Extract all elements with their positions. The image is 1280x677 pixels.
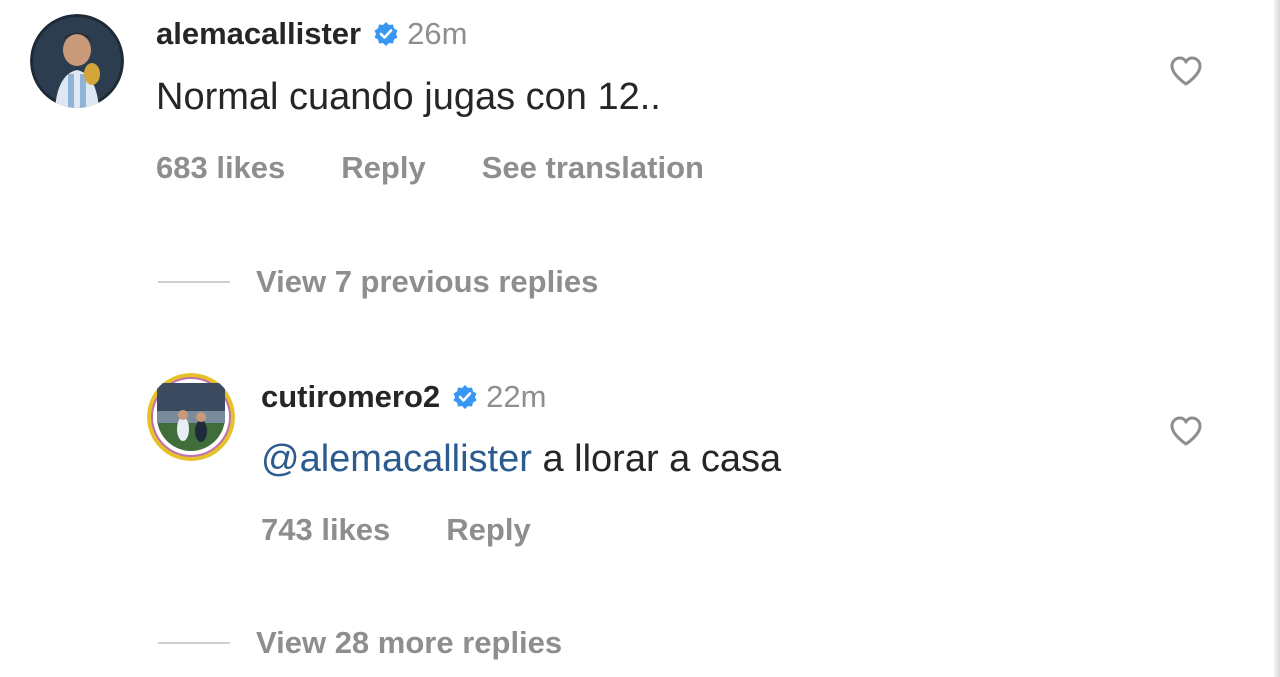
avatar[interactable] xyxy=(30,14,124,108)
verified-badge-icon xyxy=(453,385,477,409)
view-previous-replies-label: View 7 previous replies xyxy=(256,264,599,299)
username[interactable]: alemacallister xyxy=(156,16,361,52)
view-more-replies[interactable]: View 28 more replies xyxy=(158,625,562,661)
heart-outline-icon[interactable] xyxy=(1169,55,1203,87)
like-count[interactable]: 683 likes xyxy=(156,150,285,186)
timestamp: 22m xyxy=(486,379,547,414)
divider xyxy=(158,642,230,644)
divider xyxy=(158,281,230,283)
view-more-replies-label: View 28 more replies xyxy=(256,625,563,660)
screen-edge xyxy=(1274,0,1280,677)
comment-header: cutiromero2 22m xyxy=(261,379,546,415)
comment-actions: 683 likes Reply See translation xyxy=(156,150,760,186)
heart-outline-icon[interactable] xyxy=(1169,415,1203,447)
comments-page: alemacallister 26m Normal cuando jugas c… xyxy=(0,0,1280,677)
like-count[interactable]: 743 likes xyxy=(261,512,390,548)
see-translation-button[interactable]: See translation xyxy=(482,150,704,186)
comment-body: a llorar a casa xyxy=(542,438,782,480)
comment-text: Normal cuando jugas con 12.. xyxy=(156,76,661,118)
view-previous-replies[interactable]: View 7 previous replies xyxy=(158,264,598,300)
comment-text: @alemacallister a llorar a casa xyxy=(261,438,781,481)
mention-link[interactable]: @alemacallister xyxy=(261,438,532,480)
profile-photo-icon xyxy=(30,14,124,108)
profile-photo-with-story-ring-icon xyxy=(147,373,235,461)
reply-button[interactable]: Reply xyxy=(341,150,425,186)
comment-actions: 743 likes Reply xyxy=(261,512,587,548)
reply-button[interactable]: Reply xyxy=(446,512,530,548)
username[interactable]: cutiromero2 xyxy=(261,379,440,415)
avatar[interactable] xyxy=(147,373,235,461)
verified-badge-icon xyxy=(374,22,398,46)
timestamp: 26m xyxy=(407,16,468,51)
comment-header: alemacallister 26m xyxy=(156,16,467,52)
